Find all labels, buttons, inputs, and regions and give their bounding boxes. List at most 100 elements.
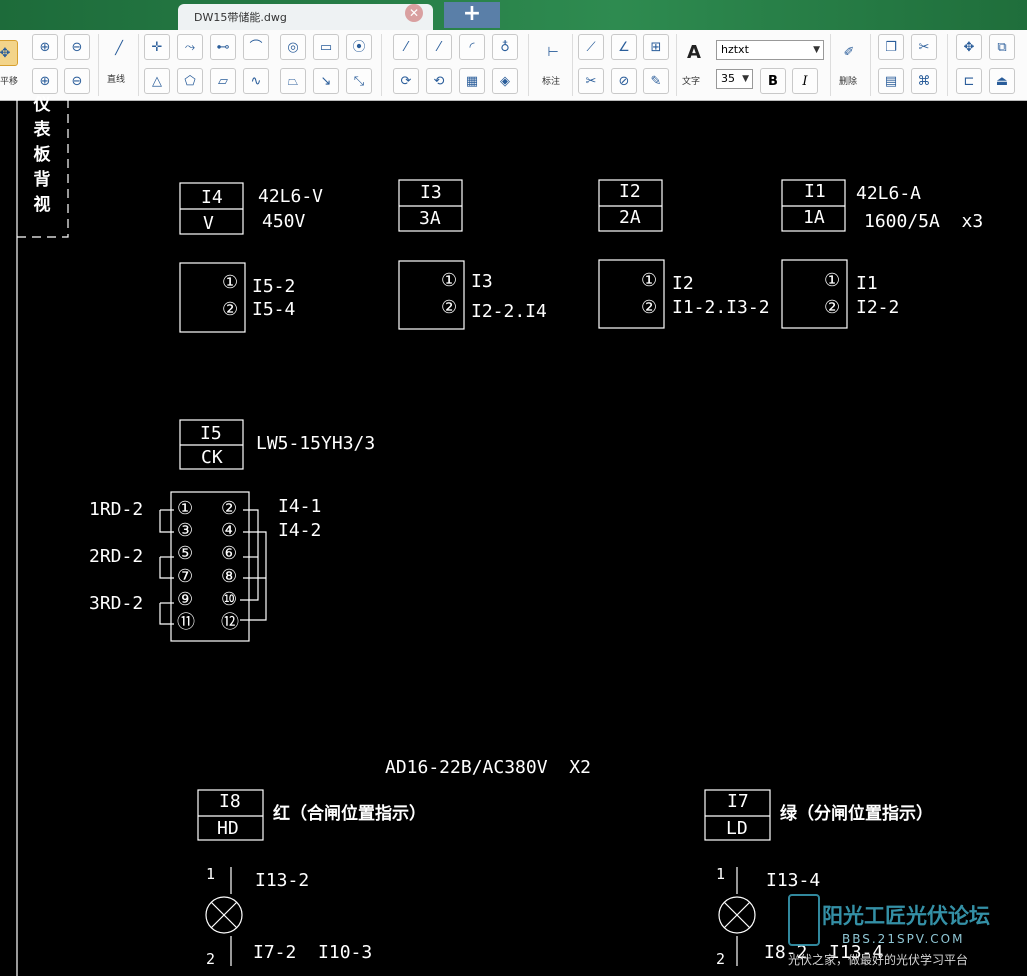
switch-terminal: ⑫ [221, 612, 239, 633]
radius-dim-icon[interactable]: ✂ [578, 68, 604, 94]
font-name: hztxt [721, 43, 749, 56]
font-select[interactable]: hztxt ▼ [716, 40, 824, 60]
close-tab-icon[interactable]: ✕ [405, 4, 423, 22]
leader-icon[interactable]: ✎ [643, 68, 669, 94]
stretch-icon[interactable]: ⊏ [956, 68, 982, 94]
terminal-2: ② [824, 297, 841, 318]
wire-i8-top: I13-2 [255, 870, 310, 891]
ray-icon[interactable]: ↘ [313, 68, 339, 94]
arc-icon[interactable]: ⌒ [243, 34, 269, 60]
meter-i4-label-1: I5-2 [252, 276, 296, 297]
model-i4: 42L6-V [258, 186, 324, 207]
chevron-down-icon: ▼ [742, 74, 749, 84]
aligned-dim-icon[interactable]: ⟋ [578, 34, 604, 60]
font-size-select[interactable]: 35 ▼ [716, 69, 753, 89]
watermark-url: BBS.21SPV.COM [842, 932, 965, 946]
toolbar-separator [528, 34, 529, 96]
mirror-icon[interactable]: ⏏ [989, 68, 1015, 94]
trim-icon[interactable]: ⁄ [393, 34, 419, 60]
terminal-1: ① [641, 270, 658, 291]
terminal-1: ① [441, 270, 458, 291]
toolbar-separator [572, 34, 573, 96]
pan-icon[interactable]: ✥ [0, 40, 18, 66]
copy-object-icon[interactable]: ⧉ [989, 34, 1015, 60]
pin-i8-2: 2 [206, 950, 216, 968]
copy-icon[interactable]: ❐ [878, 34, 904, 60]
ellipse-center-icon[interactable]: ⦿ [346, 34, 372, 60]
side-label-char: 仪 [33, 95, 51, 115]
toolbar-separator [676, 34, 677, 96]
fill-icon[interactable]: ◈ [492, 68, 518, 94]
rating-i4: 450V [262, 211, 306, 232]
id-i2: I2 [619, 181, 641, 202]
meter-i1-label-2: I2-2 [856, 297, 900, 318]
switch-terminal: ④ [221, 520, 238, 541]
sub-i5: CK [201, 447, 223, 468]
extend-icon[interactable]: ⁄ [426, 34, 452, 60]
eraser-icon[interactable]: ✐ [836, 40, 862, 66]
dimension-icon[interactable]: ⊢ [540, 40, 566, 66]
toolbar: ✥ 平移 ⊕ ⊖ ⊕ ⊖ ╱ 直线 ✛ ⤳ ⊷ ⌒ ◎ ▭ ⦿ △ ⬠ ▱ ∿ … [0, 30, 1027, 101]
zoom-extent-icon[interactable]: ⊖ [64, 68, 90, 94]
meter-i3-label-1: I3 [471, 271, 493, 292]
parallelogram-icon[interactable]: ▱ [210, 68, 236, 94]
ellipse-icon[interactable]: ⊷ [210, 34, 236, 60]
switch-right-label: I4-1 [278, 496, 322, 517]
switch-terminal: ⑦ [177, 566, 194, 587]
fillet-icon[interactable]: ◜ [459, 34, 485, 60]
side-label-char: 表 [33, 120, 51, 140]
switch-terminal: ⑪ [177, 612, 195, 633]
tab-drawing[interactable]: DW15带储能.dwg [178, 4, 433, 30]
match-properties-icon[interactable]: ⌘ [911, 68, 937, 94]
triangle-icon[interactable]: △ [144, 68, 170, 94]
terminal-1: ① [824, 270, 841, 291]
drawing-canvas[interactable]: 仪 表 板 背 视 I4 V 42L6-V 450V I3 3A I2 2A I… [0, 95, 1027, 976]
move-icon[interactable]: ✥ [956, 34, 982, 60]
switch-left-label: 1RD-2 [89, 499, 144, 520]
baseline-dim-icon[interactable]: ⊞ [643, 34, 669, 60]
switch-terminal: ⑤ [177, 543, 194, 564]
zoom-in-icon[interactable]: ⊕ [32, 34, 58, 60]
pentagon-icon[interactable]: ⬠ [177, 68, 203, 94]
switch-left-label: 2RD-2 [89, 546, 144, 567]
angular-dim-icon[interactable]: ∠ [611, 34, 637, 60]
id-i5: I5 [200, 423, 222, 444]
wire-i7-top: I13-4 [766, 870, 821, 891]
bold-button[interactable]: B [760, 68, 786, 94]
text-icon[interactable]: A [681, 40, 707, 66]
meter-i3-label-2: I2-2.I4 [471, 301, 547, 322]
sub-i1: 1A [803, 207, 825, 228]
terminal-1: ① [222, 272, 239, 293]
rectangle-icon[interactable]: ▭ [313, 34, 339, 60]
polyline-icon[interactable]: ⤳ [177, 34, 203, 60]
diameter-dim-icon[interactable]: ⊘ [611, 68, 637, 94]
rotate-icon[interactable]: ⟳ [393, 68, 419, 94]
xline-icon[interactable]: ⤡ [346, 68, 372, 94]
line-icon[interactable]: ╱ [106, 36, 132, 62]
side-label-char: 背 [33, 170, 51, 190]
terminal-2: ② [641, 297, 658, 318]
spline-icon[interactable]: ∿ [243, 68, 269, 94]
side-label: 仪 表 板 背 视 [32, 93, 52, 218]
scale-icon[interactable]: ⟲ [426, 68, 452, 94]
circle-icon[interactable]: ◎ [280, 34, 306, 60]
zoom-out-icon[interactable]: ⊖ [64, 34, 90, 60]
hatch-icon[interactable]: ▦ [459, 68, 485, 94]
lamp-model: AD16-22B/AC380V X2 [385, 757, 591, 778]
switch-terminal: ① [177, 498, 194, 519]
zoom-window-icon[interactable]: ⊕ [32, 68, 58, 94]
toolbar-separator [138, 34, 139, 96]
crosshair-icon[interactable]: ✛ [144, 34, 170, 60]
paste-icon[interactable]: ▤ [878, 68, 904, 94]
italic-button[interactable]: I [792, 68, 818, 94]
toolbar-separator [830, 34, 831, 96]
tab-bar: DW15带储能.dwg ✕ + [0, 0, 1027, 30]
meter-i4-label-2: I5-4 [252, 299, 296, 320]
offset-icon[interactable]: ♁ [492, 34, 518, 60]
cut-icon[interactable]: ✂ [911, 34, 937, 60]
meter-i2-label-2: I1-2.I3-2 [672, 297, 770, 318]
trapezoid-icon[interactable]: ⏢ [280, 68, 306, 94]
new-tab-button[interactable]: + [444, 2, 500, 28]
switch-terminal: ⑥ [221, 543, 238, 564]
terminal-2: ② [222, 299, 239, 320]
